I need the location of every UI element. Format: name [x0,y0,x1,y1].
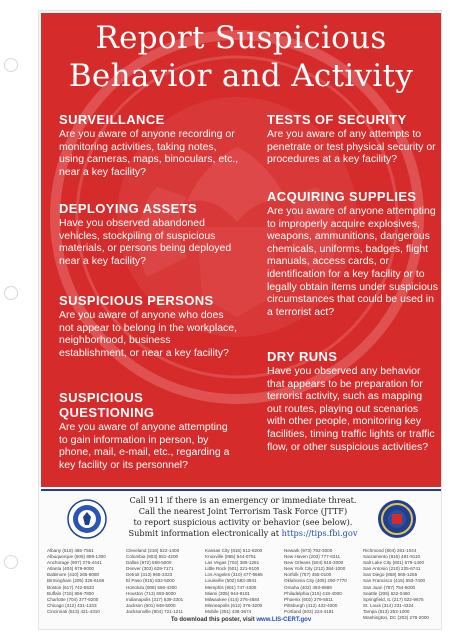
punch-hole-bottom [4,555,18,569]
section-deploying-assets: DEPLOYING ASSETS Have you observed aband… [59,201,239,267]
report-callout: Call 911 if there is an emergency or imm… [119,495,367,539]
callout-report-line: to report suspicious activity or behavio… [133,517,353,527]
tests-of-security-heading: TESTS OF SECURITY [267,112,407,127]
field-office-entry: Mobile (251) 438-3674 [205,608,252,614]
tests-of-security-body: Are you aware of any attempts to penetra… [267,128,436,166]
download-prefix: To download this poster, visit [170,617,257,623]
section-surveillance: SURVEILLANCE Are you aware of anyone rec… [59,112,239,178]
divider-rule [41,489,441,491]
dhs-seal-icon [67,499,107,539]
dry-runs-heading: DRY RUNS [267,349,338,364]
office-column: Richmond (804) 261-1044 Sacramento (916) … [363,548,441,621]
tips-fbi-link[interactable]: https://tips.fbi.gov [282,528,358,538]
field-office-entry: Cincinnati (513) 421-4310 [47,608,100,614]
section-acquiring-supplies: ACQUIRING SUPPLIES Are you aware of anyo… [267,189,439,318]
section-tests-of-security: TESTS OF SECURITY Are you aware of any a… [267,112,439,166]
punch-hole-middle [4,286,18,300]
section-dry-runs: DRY RUNS Have you observed any behavior … [267,349,439,453]
field-office-directory: Albany (518) 465-7551 Albuquerque (505) 8… [47,548,441,620]
section-suspicious-questioning: SUSPICIOUS QUESTIONING Are you aware of … [59,390,239,471]
suspicious-persons-heading: SUSPICIOUS PERSONS [59,293,214,308]
office-column: Albany (518) 465-7551 Albuquerque (505) 8… [47,548,127,615]
red-panel: Report Suspicious Behavior and Activity … [41,13,441,487]
office-column: Kansas City (816) 512-8200 Knoxville (865… [205,548,285,615]
poster: Report Suspicious Behavior and Activity … [38,10,442,630]
field-office-entry: Portland (503) 224-4181 [284,608,334,614]
callout-jttf-line: Call the nearest Joint Terrorism Task Fo… [138,506,348,516]
title-line-2: Behavior and Activity [68,58,414,94]
fbi-seal-icon [378,500,416,538]
suspicious-persons-body: Are you aware of anyone who does not app… [59,309,238,359]
surveillance-heading: SURVEILLANCE [59,112,165,127]
office-column: Newark (973) 792-3000 New Haven (203) 777… [284,548,364,615]
deploying-assets-heading: DEPLOYING ASSETS [59,201,198,216]
dry-runs-body: Have you observed any behavior that appe… [267,365,435,453]
acquiring-supplies-heading: ACQUIRING SUPPLIES [267,189,417,204]
suspicious-questioning-body: Are you aware of anyone attempting to ga… [59,421,230,471]
suspicious-questioning-heading: SUSPICIOUS QUESTIONING [59,390,155,420]
title-line-1: Report Suspicious [95,20,387,56]
callout-submit-line: Submit information electronically at htt… [119,528,367,539]
acquiring-supplies-body: Are you aware of anyone attempting to im… [267,205,439,318]
section-suspicious-persons: SUSPICIOUS PERSONS Are you aware of anyo… [59,293,239,359]
surveillance-body: Are you aware of anyone recording or mon… [59,128,239,178]
office-column: Cleveland (216) 522-1400 Columbia (803) 5… [126,548,206,615]
deploying-assets-body: Have you observed abandoned vehicles, st… [59,217,232,267]
field-office-entry: Jacksonville (904) 721-1211 [126,608,184,614]
download-note: To download this poster, visit www.LIS-C… [39,617,441,623]
callout-emergency-line: Call 911 if there is an emergency or imm… [129,495,357,505]
punch-hole-top [4,58,18,72]
callout-submit-prefix: Submit information electronically at [128,528,282,538]
download-link[interactable]: www.LIS-CERT.gov [256,617,311,623]
